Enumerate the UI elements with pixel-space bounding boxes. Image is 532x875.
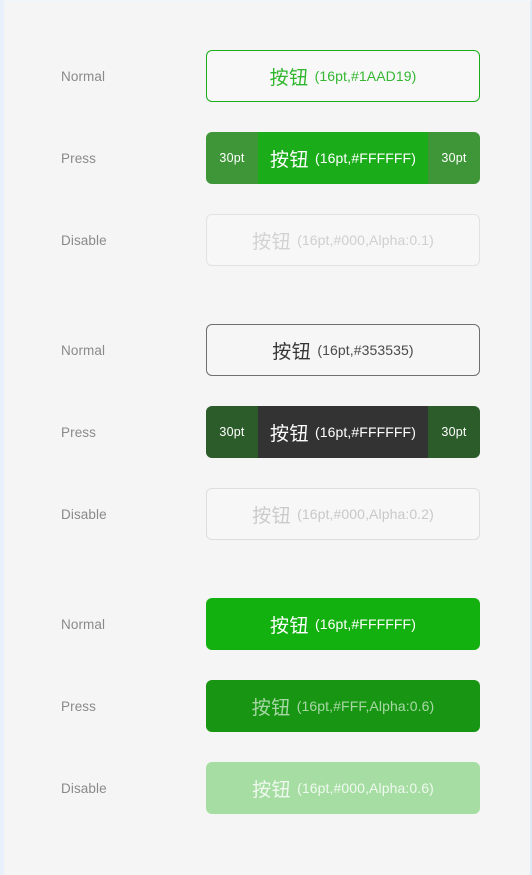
spec-row-press: Press 按钮 (16pt,#FFF,Alpha:0.6): [4, 665, 530, 747]
spec-row-disable: Disable 按钮 (16pt,#000,Alpha:0.6): [4, 747, 530, 829]
button-label-cjk: 按钮: [252, 779, 292, 801]
padding-label-left: 30pt: [219, 151, 245, 165]
spec-row-disable: Disable 按钮 (16pt,#000,Alpha:0.1): [4, 199, 530, 281]
button-spec-text: (16pt,#1AAD19): [314, 68, 417, 84]
group-spacer-1: [4, 281, 530, 309]
button-press-core: 按钮 (16pt,#FFFFFF): [258, 132, 428, 184]
button-solid-green-normal[interactable]: 按钮 (16pt,#FFFFFF): [206, 598, 480, 650]
button-label-cjk: 按钮: [251, 697, 291, 719]
outline-green-button-group: Normal 按钮 (16pt,#1AAD19) Press 30pt 按钮 (…: [4, 35, 530, 281]
button-outline-green-press[interactable]: 30pt 按钮 (16pt,#FFFFFF) 30pt: [206, 132, 480, 184]
solid-green-button-group: Normal 按钮 (16pt,#FFFFFF) Press 按钮 (16pt,…: [4, 583, 530, 829]
button-spec-text: (16pt,#353535): [317, 342, 414, 358]
spec-row-press: Press 30pt 按钮 (16pt,#FFFFFF) 30pt: [4, 117, 530, 199]
group-spacer-2: [4, 555, 530, 583]
button-label-cjk: 按钮: [269, 67, 309, 89]
outline-dark-button-group: Normal 按钮 (16pt,#353535) Press 30pt 按钮 (…: [4, 309, 530, 555]
spec-row-disable: Disable 按钮 (16pt,#000,Alpha:0.2): [4, 473, 530, 555]
button-outline-green-disable: 按钮 (16pt,#000,Alpha:0.1): [206, 214, 480, 266]
state-label-normal: Normal: [61, 616, 106, 632]
button-press-core: 按钮 (16pt,#FFFFFF): [258, 406, 428, 458]
spec-row-normal: Normal 按钮 (16pt,#1AAD19): [4, 35, 530, 117]
state-label-normal: Normal: [61, 68, 106, 84]
button-solid-green-press[interactable]: 按钮 (16pt,#FFF,Alpha:0.6): [206, 680, 480, 732]
state-label-disable: Disable: [61, 780, 107, 796]
button-spec-text: (16pt,#FFFFFF): [315, 616, 416, 632]
button-spec-text: (16pt,#FFFFFF): [315, 424, 416, 440]
state-label-normal: Normal: [61, 342, 106, 358]
button-spec-text: (16pt,#FFF,Alpha:0.6): [296, 698, 435, 714]
state-label-disable: Disable: [61, 232, 107, 248]
padding-label-right: 30pt: [441, 151, 467, 165]
button-spec-text: (16pt,#000,Alpha:0.1): [297, 232, 434, 248]
state-label-press: Press: [61, 150, 97, 166]
button-label-cjk: 按钮: [270, 149, 310, 171]
button-label-cjk: 按钮: [272, 341, 312, 363]
button-outline-dark-normal[interactable]: 按钮 (16pt,#353535): [206, 324, 480, 376]
padding-label-right: 30pt: [441, 425, 467, 439]
button-outline-dark-press[interactable]: 30pt 按钮 (16pt,#FFFFFF) 30pt: [206, 406, 480, 458]
button-spec-text: (16pt,#000,Alpha:0.6): [297, 780, 434, 796]
spec-row-normal: Normal 按钮 (16pt,#353535): [4, 309, 530, 391]
button-label-cjk: 按钮: [252, 505, 292, 527]
button-spec-text: (16pt,#000,Alpha:0.2): [297, 506, 434, 522]
button-solid-green-disable: 按钮 (16pt,#000,Alpha:0.6): [206, 762, 480, 814]
spec-row-press: Press 30pt 按钮 (16pt,#FFFFFF) 30pt: [4, 391, 530, 473]
top-spacer: [4, 1, 530, 35]
button-label-cjk: 按钮: [252, 231, 292, 253]
button-spec-text: (16pt,#FFFFFF): [315, 150, 416, 166]
state-label-press: Press: [61, 424, 97, 440]
button-label-cjk: 按钮: [270, 423, 310, 445]
button-spec-sheet: Normal 按钮 (16pt,#1AAD19) Press 30pt 按钮 (…: [0, 0, 532, 875]
state-label-press: Press: [61, 698, 97, 714]
spec-row-normal: Normal 按钮 (16pt,#FFFFFF): [4, 583, 530, 665]
button-outline-green-normal[interactable]: 按钮 (16pt,#1AAD19): [206, 50, 480, 102]
padding-label-left: 30pt: [219, 425, 245, 439]
button-outline-dark-disable: 按钮 (16pt,#000,Alpha:0.2): [206, 488, 480, 540]
state-label-disable: Disable: [61, 506, 107, 522]
button-label-cjk: 按钮: [270, 615, 310, 637]
